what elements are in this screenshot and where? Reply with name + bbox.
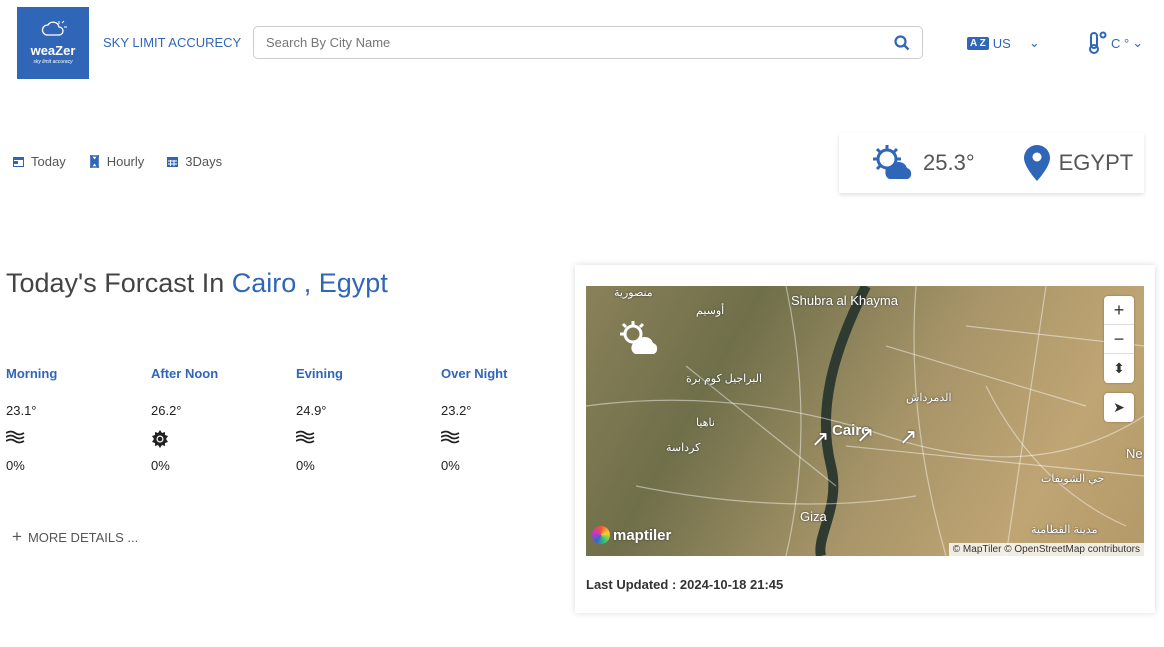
period-precip: 0% (441, 458, 460, 473)
map-pin-icon (1023, 145, 1050, 181)
plus-icon: + (12, 527, 22, 546)
fog-icon (295, 430, 436, 446)
period-temp: 26.2° (151, 403, 182, 418)
page-title: Today's Forcast In Cairo , Egypt (6, 268, 388, 298)
maptiler-logo[interactable]: maptiler (592, 526, 671, 544)
period-temp: 24.9° (296, 403, 327, 418)
period-name: After Noon (151, 366, 219, 381)
forecast-period: Over Night 23.2° 0% (440, 366, 581, 473)
cloud-sun-icon (41, 20, 67, 36)
period-precip: 0% (6, 458, 25, 473)
chevron-down-icon: ⌄ (1132, 35, 1144, 50)
wind-arrow-icon: ↗ (899, 424, 918, 449)
calendar-days-icon (167, 157, 179, 167)
current-temp: 25.3° (923, 150, 975, 175)
zoom-controls: + − ⬍ (1104, 296, 1134, 383)
thermometer-icon (1089, 31, 1107, 54)
compass-button[interactable]: ⬍ (1104, 354, 1134, 383)
chevron-down-icon: ⌄ (1028, 35, 1040, 50)
period-name: Evining (296, 366, 343, 381)
last-updated: Last Updated : 2024-10-18 21:45 (586, 577, 784, 592)
language-icon: A Z (967, 36, 989, 50)
current-weather-card: 25.3° EGYPT (839, 133, 1144, 193)
search-icon[interactable] (894, 34, 910, 51)
wind-arrow-icon: ↗ (856, 422, 875, 447)
map[interactable]: Shubra al Khayma Cairo Giza منصورية أوسي… (586, 286, 1144, 556)
weather-marker-icon (620, 321, 658, 354)
period-precip: 0% (151, 458, 170, 473)
sun-cloud-icon (873, 145, 912, 179)
wind-arrow-icon: ↗ (811, 426, 830, 451)
geolocate-button[interactable]: ➤ (1104, 393, 1134, 422)
map-attribution[interactable]: © MapTiler © OpenStreetMap contributors (948, 543, 1144, 556)
period-temp: 23.1° (6, 403, 37, 418)
fog-icon (5, 430, 146, 446)
tab-3days[interactable]: 3Days (166, 154, 222, 169)
unit-select[interactable]: C ° ⌄ (1088, 31, 1143, 55)
language-select[interactable]: A Z US ⌄ (967, 35, 1040, 51)
logo[interactable]: weaZer sky limit accuracy (17, 7, 89, 79)
search-input[interactable] (266, 35, 866, 50)
tab-hourly[interactable]: Hourly (88, 154, 144, 169)
map-card: Shubra al Khayma Cairo Giza منصورية أوسي… (575, 265, 1155, 613)
sun-icon (151, 430, 291, 448)
zoom-out-button[interactable]: − (1104, 325, 1134, 354)
fog-icon (440, 430, 581, 446)
current-location: EGYPT (1058, 150, 1134, 175)
zoom-in-button[interactable]: + (1104, 296, 1134, 325)
more-details-button[interactable]: + MORE DETAILS ... (12, 527, 138, 547)
period-temp: 23.2° (441, 403, 472, 418)
period-name: Morning (6, 366, 58, 381)
brand-title: SKY LIMIT ACCURECY (103, 35, 242, 50)
forecast-period: Morning 23.1° 0% (5, 366, 146, 473)
search-bar (253, 26, 923, 59)
forecast-period: Evining 24.9° 0% (295, 366, 436, 473)
forecast-period: After Noon 26.2° 0% (151, 366, 291, 473)
period-name: Over Night (441, 366, 508, 381)
map-roads (586, 286, 1144, 556)
view-tabs: Today Hourly 3Days (12, 154, 222, 169)
calendar-icon (13, 157, 24, 167)
hourglass-icon (89, 155, 99, 168)
tab-today[interactable]: Today (12, 154, 66, 169)
period-precip: 0% (296, 458, 315, 473)
